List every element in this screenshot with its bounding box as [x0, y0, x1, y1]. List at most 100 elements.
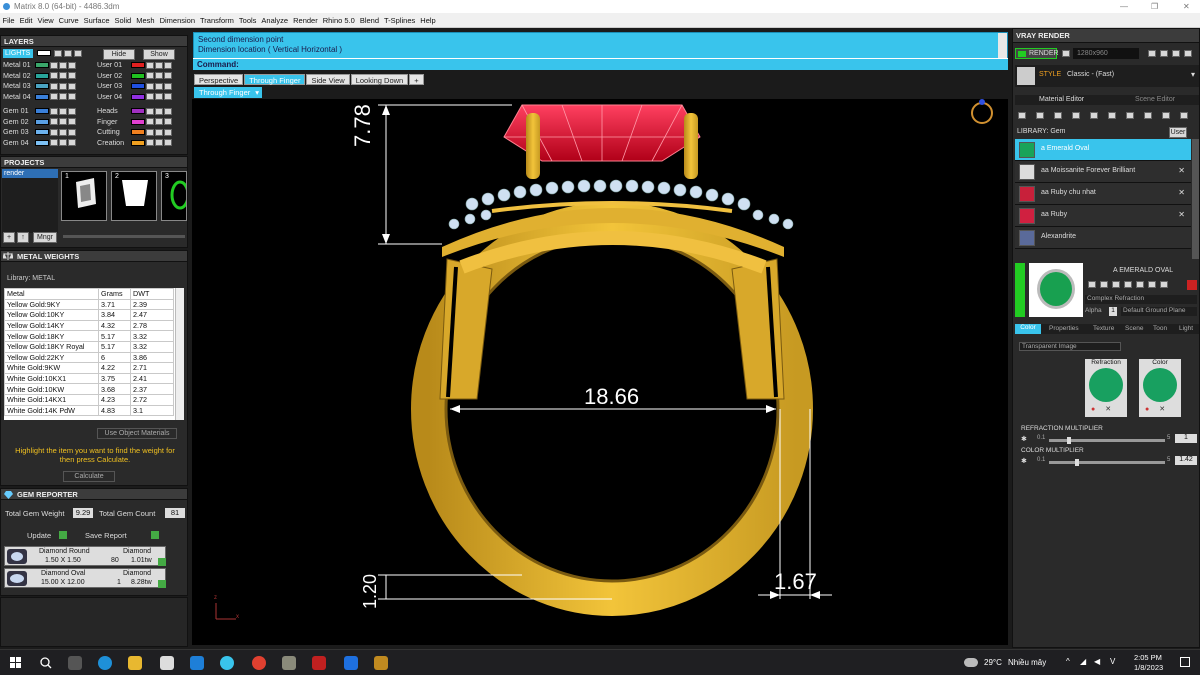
clear-icon[interactable]: ✕	[1159, 406, 1165, 413]
refraction-swatch-box[interactable]: Refraction ● ✕	[1085, 359, 1127, 417]
alpha-value[interactable]: 1	[1109, 307, 1117, 316]
layer-lock[interactable]	[146, 139, 154, 147]
edge-icon[interactable]	[98, 656, 112, 670]
layer-visible[interactable]	[155, 82, 163, 90]
menu-transform[interactable]: Transform	[198, 13, 237, 28]
ime-icon[interactable]: V	[1110, 657, 1115, 666]
tab-scene[interactable]: Scene	[1125, 325, 1143, 332]
bucket-icon[interactable]	[1162, 112, 1170, 119]
minimize-icon[interactable]: —	[1120, 0, 1128, 13]
layer-row[interactable]: Gem 04	[3, 138, 93, 149]
layer-color[interactable]	[131, 93, 145, 100]
table-row[interactable]: Yellow Gold:14KY 4.32 2.78	[4, 319, 174, 332]
mail-icon[interactable]	[190, 656, 204, 670]
layer-row[interactable]: User 03	[97, 81, 187, 92]
ring-nav-icon[interactable]	[971, 99, 993, 124]
projects-scrollbar[interactable]	[63, 235, 185, 238]
render-options-icon[interactable]	[1062, 50, 1070, 57]
weather-desc[interactable]: Nhiều mây	[1008, 658, 1046, 667]
layer-color[interactable]	[35, 139, 49, 146]
chrome-icon[interactable]	[252, 656, 266, 670]
command-line[interactable]: Command:	[193, 58, 1008, 70]
add-project-button[interactable]: +	[3, 232, 15, 243]
tab-light[interactable]: Light	[1179, 325, 1193, 332]
task-view-icon[interactable]	[68, 656, 82, 670]
layer-color[interactable]	[131, 129, 145, 136]
menu-tools[interactable]: Tools	[236, 13, 259, 28]
gear-icon[interactable]: ✱	[1021, 435, 1027, 443]
lights-toggle[interactable]	[54, 50, 62, 57]
layer-color[interactable]	[35, 72, 49, 79]
layer-row[interactable]: Metal 02	[3, 71, 93, 82]
preview-tool-icon[interactable]	[1112, 281, 1120, 288]
gem-tool-icon[interactable]	[1036, 112, 1044, 119]
layer-visible[interactable]	[59, 128, 67, 136]
remove-icon[interactable]: ✕	[1178, 166, 1185, 175]
preview-tool-icon[interactable]	[1148, 281, 1156, 288]
drop-icon[interactable]	[1018, 112, 1026, 119]
gem-row[interactable]: Diamond Oval 15.00 X 12.00 Diamond 1 8.2…	[4, 568, 166, 588]
tab-add[interactable]: +	[409, 74, 424, 85]
notification-icon[interactable]	[1180, 657, 1190, 667]
layer-color[interactable]	[35, 118, 49, 125]
shape-icon[interactable]	[1072, 112, 1080, 119]
lights-toggle[interactable]	[74, 50, 82, 57]
layer-row[interactable]: Gem 01	[3, 106, 93, 117]
refraction-mode-select[interactable]: Complex Refraction	[1085, 295, 1197, 304]
layer-row[interactable]: Metal 04	[3, 92, 93, 103]
network-icon[interactable]: ◢	[1080, 657, 1086, 666]
manager-button[interactable]: Mngr	[33, 232, 57, 243]
layer-visible[interactable]	[155, 128, 163, 136]
layer-visible[interactable]	[155, 93, 163, 101]
close-render-icon[interactable]	[1184, 50, 1192, 57]
table-row[interactable]: White Gold:10KW 3.68 2.37	[4, 383, 174, 395]
layer-row[interactable]: Finger	[97, 117, 187, 128]
transparent-image-select[interactable]: Transparent Image	[1019, 342, 1121, 351]
layer-color[interactable]	[131, 139, 145, 146]
layer-color[interactable]	[131, 72, 145, 79]
layer-select[interactable]	[68, 93, 76, 101]
layer-color[interactable]	[131, 83, 145, 90]
menu-mesh[interactable]: Mesh	[134, 13, 157, 28]
update-button[interactable]	[59, 531, 67, 539]
layer-select[interactable]	[164, 82, 172, 90]
tab-perspective[interactable]: Perspective	[194, 74, 244, 85]
layer-select[interactable]	[68, 118, 76, 126]
preview-tool-icon[interactable]	[1100, 281, 1108, 288]
color-value[interactable]: 1.42	[1175, 456, 1197, 465]
rhino-icon[interactable]	[374, 656, 388, 670]
gem-row-go-button[interactable]	[158, 558, 166, 566]
layer-row[interactable]: Creation	[97, 138, 187, 149]
layer-visible[interactable]	[155, 118, 163, 126]
layer-lock[interactable]	[50, 128, 58, 136]
layer-color[interactable]	[131, 62, 145, 69]
menu-edit[interactable]: Edit	[17, 13, 35, 28]
layer-row[interactable]: User 04	[97, 92, 187, 103]
volume-icon[interactable]: ◀	[1094, 657, 1100, 666]
table-row[interactable]: White Gold:14KX1 4.23 2.72	[4, 393, 174, 406]
tab-texture[interactable]: Texture	[1093, 325, 1114, 332]
app-icon[interactable]	[312, 656, 326, 670]
tab-material-editor[interactable]: Material Editor	[1039, 96, 1084, 103]
reset-icon[interactable]	[1187, 280, 1197, 290]
tab-scene-editor[interactable]: Scene Editor	[1135, 96, 1175, 103]
layer-select[interactable]	[68, 139, 76, 147]
weather-temp[interactable]: 29°C	[984, 658, 1002, 667]
preview-tool-icon[interactable]	[1136, 281, 1144, 288]
color-slider[interactable]	[1049, 459, 1165, 466]
tab-side-view[interactable]: Side View	[306, 74, 350, 85]
menu-surface[interactable]: Surface	[81, 13, 112, 28]
close-icon[interactable]: ✕	[1183, 0, 1190, 13]
edit-icon[interactable]: ●	[1145, 406, 1149, 413]
refraction-value[interactable]: 1	[1175, 434, 1197, 443]
file-explorer-icon[interactable]	[128, 656, 142, 670]
layer-lock[interactable]	[50, 82, 58, 90]
region-icon[interactable]	[1172, 50, 1180, 57]
layer-row[interactable]: User 01	[97, 60, 187, 71]
project-thumb[interactable]: 2	[111, 171, 157, 221]
table-row[interactable]: Yellow Gold:10KY 3.84 2.47	[4, 309, 174, 321]
layer-row[interactable]: Heads	[97, 106, 187, 117]
material-scrollbar[interactable]	[1192, 139, 1199, 259]
up-project-button[interactable]: ↑	[17, 232, 29, 243]
layer-select[interactable]	[164, 107, 172, 115]
